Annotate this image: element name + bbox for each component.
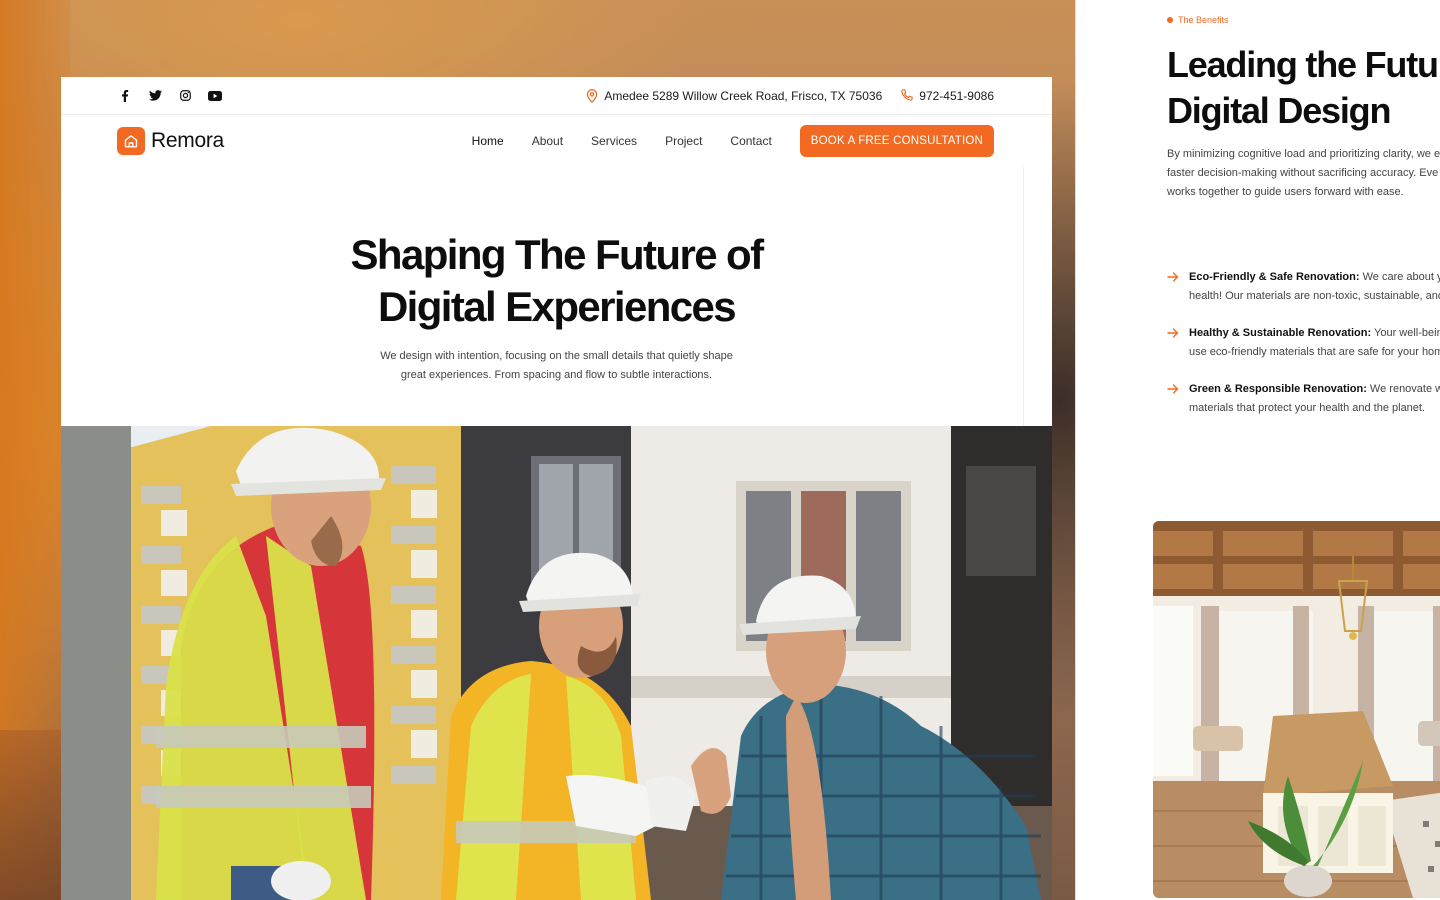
hero-title-line2: Digital Experiences	[377, 283, 737, 330]
nav-project[interactable]: Project	[665, 134, 702, 148]
benefits-title-line1: Leading the Futu	[1167, 44, 1439, 85]
topbar: Amedee 5289 Willow Creek Road, Frisco, T…	[61, 77, 1052, 115]
youtube-icon[interactable]	[207, 88, 223, 104]
logo[interactable]: Remora	[117, 127, 224, 155]
arrow-right-icon	[1167, 380, 1181, 418]
eyebrow-text: The Benefits	[1178, 15, 1229, 25]
hero-title-line1: Shaping The Future of	[350, 231, 764, 278]
hero-subtitle: We design with intention, focusing on th…	[372, 347, 742, 385]
house-icon	[117, 127, 145, 155]
brand-name: Remora	[151, 129, 224, 152]
address: Amedee 5289 Willow Creek Road, Frisco, T…	[586, 89, 882, 103]
benefits-desc-line3: works together to guide users forward wi…	[1167, 186, 1404, 198]
instagram-icon[interactable]	[177, 88, 193, 104]
location-pin-icon	[587, 88, 598, 103]
list-item: Healthy & Sustainable Renovation: Your w…	[1167, 324, 1440, 362]
facebook-icon[interactable]	[117, 88, 133, 104]
benefits-title-line2: Digital Design	[1167, 90, 1391, 131]
dot-icon	[1167, 17, 1173, 23]
benefit-line2: materials that protect your health and t…	[1189, 402, 1426, 414]
list-item: Eco-Friendly & Safe Renovation: We care …	[1167, 268, 1440, 306]
hero-photo-construction-workers	[61, 426, 1052, 900]
hero-subtitle-line1: We design with intention, focusing on th…	[380, 350, 733, 362]
contact-info: Amedee 5289 Willow Creek Road, Frisco, T…	[586, 89, 994, 103]
benefit-title: Eco-Friendly & Safe Renovation:	[1189, 271, 1360, 283]
benefit-line2: health! Our materials are non-toxic, sus…	[1189, 290, 1440, 302]
navbar: Remora Home About Services Project Conta…	[61, 115, 1052, 167]
hero-section: Shaping The Future of Digital Experience…	[61, 167, 1052, 477]
interior-photo	[1153, 521, 1440, 898]
social-links	[117, 88, 223, 104]
benefit-line1: Your well-being	[1374, 327, 1440, 339]
benefit-line1: We care about you	[1362, 271, 1440, 283]
phone-text: 972-451-9086	[919, 88, 994, 103]
arrow-right-icon	[1167, 268, 1181, 306]
website-preview-card: Amedee 5289 Willow Creek Road, Frisco, T…	[61, 77, 1052, 900]
benefits-panel: The Benefits Leading the Futu Digital De…	[1076, 0, 1440, 900]
benefits-description: By minimizing cognitive load and priorit…	[1167, 145, 1440, 202]
phone[interactable]: 972-451-9086	[900, 89, 994, 103]
main-nav: Home About Services Project Contact BOOK…	[472, 125, 994, 157]
nav-services[interactable]: Services	[591, 134, 637, 148]
benefit-title: Healthy & Sustainable Renovation:	[1189, 327, 1372, 339]
benefit-line1: We renovate with	[1369, 383, 1440, 395]
nav-contact[interactable]: Contact	[730, 134, 771, 148]
benefits-desc-line1: By minimizing cognitive load and priorit…	[1167, 148, 1440, 160]
hero-title: Shaping The Future of Digital Experience…	[297, 229, 817, 333]
nav-about[interactable]: About	[532, 134, 563, 148]
benefit-line2: use eco-friendly materials that are safe…	[1189, 346, 1440, 358]
book-consultation-button[interactable]: BOOK A FREE CONSULTATION	[799, 125, 994, 157]
background-shade-bottom	[0, 730, 70, 900]
benefit-title: Green & Responsible Renovation:	[1189, 383, 1367, 395]
nav-home[interactable]: Home	[472, 134, 504, 148]
hero-subtitle-line2: great experiences. From spacing and flow…	[400, 369, 713, 381]
phone-icon	[901, 89, 913, 101]
benefit-text: Healthy & Sustainable Renovation: Your w…	[1189, 324, 1440, 362]
benefits-eyebrow: The Benefits	[1167, 15, 1229, 25]
benefit-text: Green & Responsible Renovation: We renov…	[1189, 380, 1440, 418]
arrow-right-icon	[1167, 324, 1181, 362]
benefit-text: Eco-Friendly & Safe Renovation: We care …	[1189, 268, 1440, 306]
benefits-list: Eco-Friendly & Safe Renovation: We care …	[1167, 268, 1440, 436]
address-text: Amedee 5289 Willow Creek Road, Frisco, T…	[604, 88, 883, 103]
twitter-icon[interactable]	[147, 88, 163, 104]
list-item: Green & Responsible Renovation: We renov…	[1167, 380, 1440, 418]
benefits-title: Leading the Futu Digital Design	[1167, 42, 1439, 134]
benefits-desc-line2: faster decision-making without sacrifici…	[1167, 167, 1439, 179]
